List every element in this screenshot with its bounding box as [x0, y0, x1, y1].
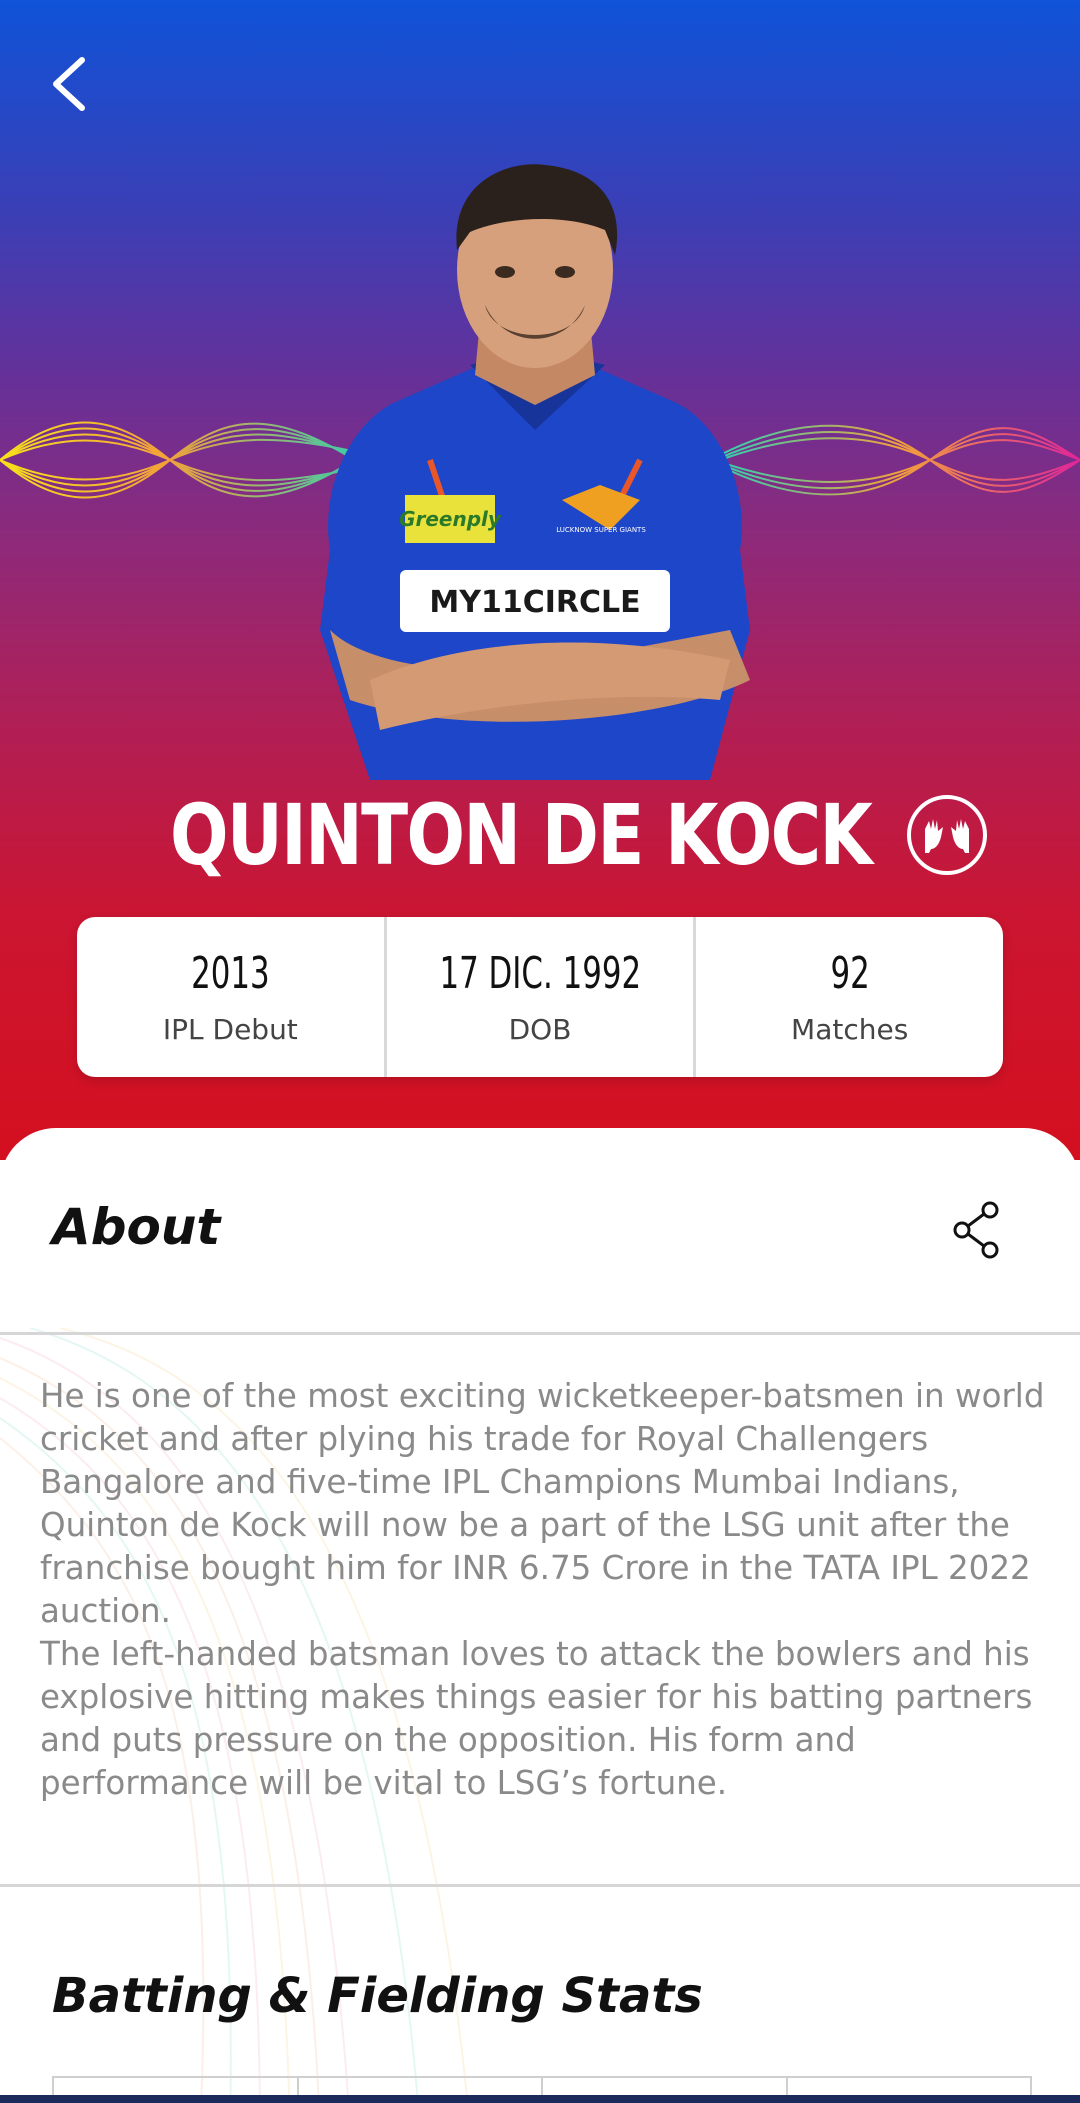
chevron-left-icon [53, 57, 85, 111]
share-button[interactable] [952, 1200, 1002, 1260]
player-stats-card: 2013 IPL Debut 17 DIC. 1992 DOB 92 Match… [77, 917, 1003, 1077]
about-title: About [52, 1198, 221, 1256]
player-details-panel[interactable]: About He is one of the most exciting wic… [0, 1128, 1080, 2103]
wicketkeeper-gloves-icon [924, 819, 969, 853]
stat-label: Matches [791, 1013, 909, 1046]
stat-ipl-debut: 2013 IPL Debut [77, 917, 384, 1077]
stat-matches: 92 Matches [693, 917, 1003, 1077]
sponsor-text-2: MY11CIRCLE [429, 585, 640, 620]
stat-value: 2013 [191, 948, 270, 999]
stat-label: DOB [508, 1013, 572, 1046]
decorative-wave-right [720, 424, 1080, 496]
player-hero: Greenply MY11CIRCLE LUCKNOW SUPER GIANTS… [0, 0, 1080, 1160]
batting-fielding-title: Batting & Fielding Stats [52, 1968, 703, 2024]
about-paragraph: The left-handed batsman loves to attack … [40, 1635, 1033, 1802]
role-badge [906, 795, 987, 875]
stat-value: 17 DIC. 1992 [439, 948, 641, 999]
player-photo: Greenply MY11CIRCLE LUCKNOW SUPER GIANTS [320, 164, 750, 780]
about-description: He is one of the most exciting wicketkee… [40, 1375, 1050, 1805]
sponsor-text-1: Greenply [399, 507, 502, 531]
team-crest-text: LUCKNOW SUPER GIANTS [556, 526, 646, 534]
player-name: QUINTON DE KOCK [170, 786, 873, 884]
section-divider [0, 1884, 1080, 1887]
back-button[interactable] [40, 48, 100, 120]
bottom-edge-bar [0, 2095, 1080, 2103]
stat-value: 92 [830, 948, 870, 999]
about-paragraph: He is one of the most exciting wicketkee… [40, 1377, 1045, 1630]
about-header: About [0, 1128, 1080, 1335]
share-icon [953, 1201, 999, 1259]
player-name-row: QUINTON DE KOCK [0, 780, 1080, 890]
stat-label: IPL Debut [162, 1013, 298, 1046]
stat-dob: 17 DIC. 1992 DOB [383, 917, 694, 1077]
